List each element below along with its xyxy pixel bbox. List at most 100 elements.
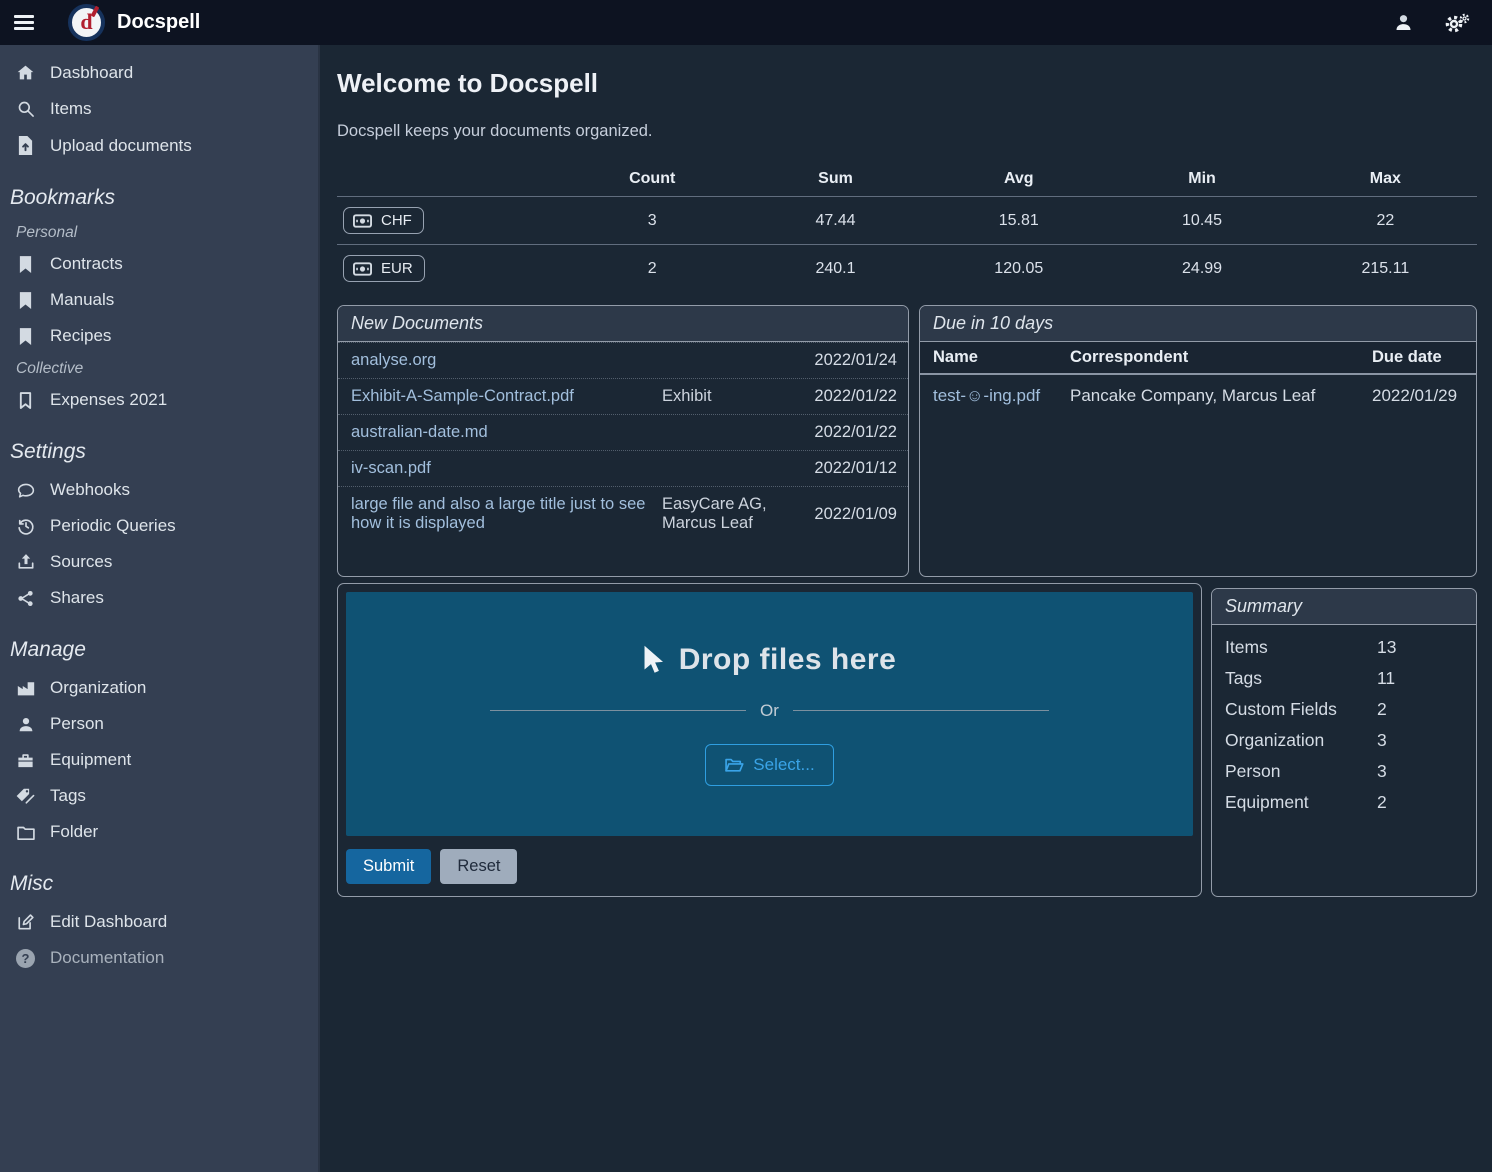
settings-gears-icon[interactable] xyxy=(1444,12,1470,34)
summary-row: Items 13 xyxy=(1212,632,1476,663)
sidebar-item-organization[interactable]: Organization xyxy=(0,670,318,706)
summary-label: Items xyxy=(1225,637,1377,658)
summary-value: 13 xyxy=(1377,637,1463,658)
summary-row: Tags 11 xyxy=(1212,663,1476,694)
or-divider: Or xyxy=(490,701,1049,721)
summary-value: 2 xyxy=(1377,699,1463,720)
sidebar-item-label: Sources xyxy=(50,552,112,572)
main-content: Welcome to Docspell Docspell keeps your … xyxy=(320,45,1492,1172)
document-row: analyse.org 2022/01/24 xyxy=(338,342,908,378)
sidebar-item-label: Contracts xyxy=(50,254,123,274)
question-circle-icon xyxy=(14,949,37,968)
due-col-correspondent: Correspondent xyxy=(1070,348,1372,367)
summary-row: Organization 3 xyxy=(1212,725,1476,756)
search-icon xyxy=(14,99,37,119)
briefcase-icon xyxy=(14,751,37,769)
due-panel: Due in 10 days Name Correspondent Due da… xyxy=(919,305,1477,577)
sidebar-item-items[interactable]: Items xyxy=(0,91,318,127)
industry-icon xyxy=(14,679,37,697)
document-link[interactable]: large file and also a large title just t… xyxy=(351,495,654,533)
sidebar-item-recipes[interactable]: Recipes xyxy=(0,318,318,354)
summary-row: Person 3 xyxy=(1212,756,1476,787)
stats-col-max: Max xyxy=(1294,162,1477,197)
top-navbar: d Docspell xyxy=(0,0,1492,45)
sidebar-item-dashboard[interactable]: Dasbhoard xyxy=(0,55,318,91)
stat-count: 3 xyxy=(561,197,744,245)
document-date: 2022/01/24 xyxy=(814,351,897,370)
sidebar-item-label: Recipes xyxy=(50,326,111,346)
sidebar-item-shares[interactable]: Shares xyxy=(0,580,318,616)
currency-badge-chf[interactable]: CHF xyxy=(343,207,424,234)
stat-min: 10.45 xyxy=(1110,197,1293,245)
money-bill-icon xyxy=(353,214,372,228)
bookmark-filled-icon xyxy=(14,327,37,346)
section-title-bookmarks: Bookmarks xyxy=(0,164,318,218)
sidebar-item-sources[interactable]: Sources xyxy=(0,544,318,580)
due-table-header: Name Correspondent Due date xyxy=(920,342,1476,375)
panel-title-new-documents: New Documents xyxy=(338,306,908,342)
sidebar-item-expenses-2021[interactable]: Expenses 2021 xyxy=(0,382,318,418)
due-row: test-☺-ing.pdf Pancake Company, Marcus L… xyxy=(920,375,1476,417)
bookmark-filled-icon xyxy=(14,255,37,274)
document-link[interactable]: Exhibit-A-Sample-Contract.pdf xyxy=(351,387,654,406)
sidebar-item-edit-dashboard[interactable]: Edit Dashboard xyxy=(0,904,318,940)
sidebar-item-upload-documents[interactable]: Upload documents xyxy=(0,127,318,164)
document-link[interactable]: iv-scan.pdf xyxy=(351,459,654,478)
tags-icon xyxy=(14,787,37,805)
folder-icon xyxy=(14,824,37,841)
docspell-logo: d xyxy=(68,4,105,41)
currency-label: CHF xyxy=(381,212,412,229)
sidebar-item-label: Periodic Queries xyxy=(50,516,176,536)
panel-title-due: Due in 10 days xyxy=(920,306,1476,342)
summary-row: Custom Fields 2 xyxy=(1212,694,1476,725)
sidebar-item-label: Folder xyxy=(50,822,98,842)
select-button-label: Select... xyxy=(753,755,814,775)
due-correspondent: Pancake Company, Marcus Leaf xyxy=(1070,386,1372,406)
sidebar-item-label: Webhooks xyxy=(50,480,130,500)
sidebar-item-tags[interactable]: Tags xyxy=(0,778,318,814)
sidebar-item-label: Items xyxy=(50,99,92,119)
stat-sum: 47.44 xyxy=(744,197,927,245)
document-link[interactable]: analyse.org xyxy=(351,351,654,370)
sidebar-item-periodic-queries[interactable]: Periodic Queries xyxy=(0,508,318,544)
sidebar-item-label: Edit Dashboard xyxy=(50,912,167,932)
currency-badge-eur[interactable]: EUR xyxy=(343,255,425,282)
sidebar-item-equipment[interactable]: Equipment xyxy=(0,742,318,778)
user-account-icon[interactable] xyxy=(1393,12,1414,33)
document-info: Exhibit xyxy=(662,387,789,406)
upload-icon xyxy=(14,552,37,572)
share-nodes-icon xyxy=(14,589,37,608)
reset-button[interactable]: Reset xyxy=(440,849,517,884)
stats-col-sum: Sum xyxy=(744,162,927,197)
or-label: Or xyxy=(760,701,779,721)
stats-row-eur: EUR 2 240.1 120.05 24.99 215.11 xyxy=(337,245,1477,293)
sidebar: Dasbhoard Items Upload documents Bookmar… xyxy=(0,45,320,1172)
new-documents-panel: New Documents analyse.org 2022/01/24 Exh… xyxy=(337,305,909,577)
sidebar-item-manuals[interactable]: Manuals xyxy=(0,282,318,318)
document-date: 2022/01/22 xyxy=(814,387,897,406)
money-bill-icon xyxy=(353,262,372,276)
sidebar-item-label: Manuals xyxy=(50,290,114,310)
summary-label: Organization xyxy=(1225,730,1377,751)
stats-col-avg: Avg xyxy=(927,162,1110,197)
sidebar-item-contracts[interactable]: Contracts xyxy=(0,246,318,282)
sidebar-item-folder[interactable]: Folder xyxy=(0,814,318,850)
stat-max: 215.11 xyxy=(1294,245,1477,293)
sidebar-item-label: Person xyxy=(50,714,104,734)
summary-label: Equipment xyxy=(1225,792,1377,813)
sidebar-item-webhooks[interactable]: Webhooks xyxy=(0,472,318,508)
submit-button[interactable]: Submit xyxy=(346,849,431,884)
document-link[interactable]: test-☺-ing.pdf xyxy=(933,386,1070,406)
select-files-button[interactable]: Select... xyxy=(705,744,833,786)
folder-open-icon xyxy=(724,757,744,773)
sidebar-item-documentation[interactable]: Documentation xyxy=(0,940,318,976)
document-date: 2022/01/09 xyxy=(814,505,897,524)
document-link[interactable]: australian-date.md xyxy=(351,423,654,442)
file-dropzone[interactable]: Drop files here Or Select... xyxy=(346,592,1193,836)
summary-value: 11 xyxy=(1377,668,1463,689)
section-title-misc: Misc xyxy=(0,850,318,904)
page-title: Welcome to Docspell xyxy=(337,68,1477,99)
sidebar-item-person[interactable]: Person xyxy=(0,706,318,742)
hamburger-menu-icon[interactable] xyxy=(14,15,34,30)
summary-panel: Summary Items 13 Tags 11 Custom Fields 2 xyxy=(1211,588,1477,897)
